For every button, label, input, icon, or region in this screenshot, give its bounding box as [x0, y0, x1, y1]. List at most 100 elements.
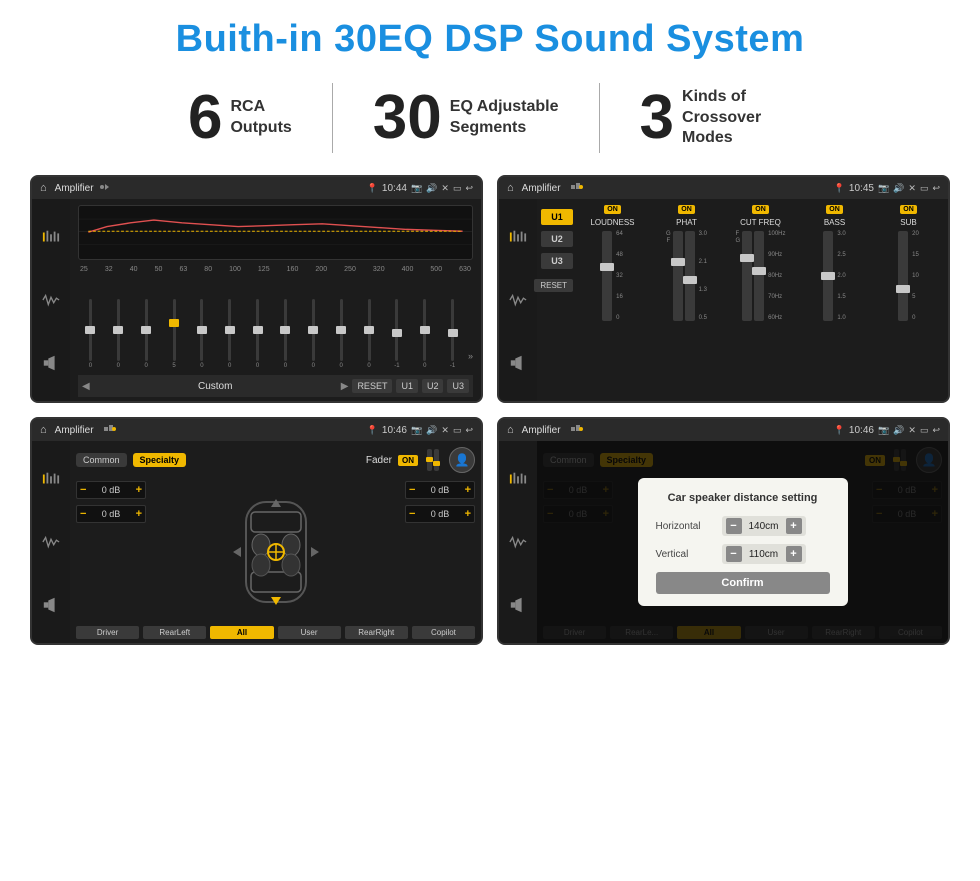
vertical-plus-btn[interactable]: +: [786, 546, 802, 562]
eq-icon[interactable]: [39, 227, 63, 247]
eq-slider-4[interactable]: 0: [189, 299, 214, 369]
eq-prev-btn[interactable]: ◀: [82, 381, 90, 392]
eq-slider-1[interactable]: 0: [106, 299, 131, 369]
mode-common-btn[interactable]: Common: [76, 453, 127, 467]
phat-slider-f[interactable]: [685, 231, 695, 321]
bottom-driver-btn[interactable]: Driver: [76, 626, 139, 639]
window-icon: ▭: [453, 183, 462, 194]
screen-title-2: Amplifier: [522, 183, 561, 194]
phat-slider-g[interactable]: [673, 231, 683, 321]
wave-icon-4[interactable]: [506, 532, 530, 552]
eq-slider-5[interactable]: 0: [217, 299, 242, 369]
bass-slider[interactable]: [823, 231, 833, 321]
wave-icon-2[interactable]: [506, 290, 530, 310]
eq-slider-0[interactable]: 0: [78, 299, 103, 369]
wave-icon[interactable]: [39, 290, 63, 310]
eq-slider-3[interactable]: 5: [162, 299, 187, 369]
speaker-icon[interactable]: [39, 353, 63, 373]
fader-on-badge[interactable]: ON: [398, 455, 418, 466]
bottom-rearleft-btn[interactable]: RearLeft: [143, 626, 206, 639]
bottom-user-btn[interactable]: User: [278, 626, 341, 639]
close-icon: ✕: [441, 183, 449, 194]
db-plus-fr[interactable]: +: [465, 484, 471, 496]
db-minus-fl[interactable]: −: [80, 484, 86, 496]
eq-slider-13[interactable]: -1: [440, 299, 465, 369]
eq-slider-10[interactable]: 0: [357, 299, 382, 369]
eq-reset-btn[interactable]: RESET: [352, 379, 392, 393]
eq-icon-4[interactable]: [506, 469, 530, 489]
crossover-controls: ON LOUDNESS 64 48 32 16 0: [577, 205, 944, 397]
bass-on[interactable]: ON: [826, 205, 843, 214]
eq-slider-9[interactable]: 0: [329, 299, 354, 369]
eq-slider-2[interactable]: 0: [134, 299, 159, 369]
speaker-icon-3[interactable]: [39, 595, 63, 615]
crossover-presets: U1 U2 U3 RESET: [541, 205, 573, 397]
sub-slider[interactable]: [898, 231, 908, 321]
sub-on[interactable]: ON: [900, 205, 917, 214]
eq-main: 253240 506380 100125160 200250320 400500…: [70, 199, 481, 401]
vertical-minus-btn[interactable]: −: [726, 546, 742, 562]
eq-preset: Custom: [94, 381, 337, 392]
back-icon-2[interactable]: ↩: [932, 183, 940, 194]
loudness-on[interactable]: ON: [604, 205, 621, 214]
confirm-button[interactable]: Confirm: [656, 572, 830, 594]
bottom-copilot-btn[interactable]: Copilot: [412, 626, 475, 639]
screen-topbar-1: ⌂ Amplifier 📍 10:44 📷 🔊 ✕ ▭ ↩: [32, 177, 481, 199]
dialog-overlay: Car speaker distance setting Horizontal …: [537, 441, 948, 643]
horizontal-plus-btn[interactable]: +: [786, 518, 802, 534]
back-icon-4[interactable]: ↩: [932, 425, 940, 436]
cutfreq-slider-g[interactable]: [754, 231, 764, 321]
screen-topbar-3: ⌂ Amplifier 📍 10:46 📷 🔊 ✕ ▭ ↩: [32, 419, 481, 441]
phat-on[interactable]: ON: [678, 205, 695, 214]
eq-slider-7[interactable]: 0: [273, 299, 298, 369]
horizontal-stepper: − 140cm +: [722, 516, 806, 536]
back-icon[interactable]: ↩: [465, 183, 473, 194]
eq-icon-3[interactable]: [39, 469, 63, 489]
db-plus-fl[interactable]: +: [136, 484, 142, 496]
fader-left-controls: − 0 dB + − 0 dB +: [76, 481, 146, 622]
mode-specialty-btn[interactable]: Specialty: [133, 453, 187, 467]
home-icon[interactable]: ⌂: [40, 182, 47, 194]
db-minus-rl[interactable]: −: [80, 508, 86, 520]
eq-u1-btn[interactable]: U1: [396, 379, 418, 393]
db-minus-rr[interactable]: −: [409, 508, 415, 520]
speaker-icon-2[interactable]: [506, 353, 530, 373]
cutfreq-slider-f[interactable]: [742, 231, 752, 321]
eq-next-btn[interactable]: ▶: [341, 381, 349, 392]
loudness-slider[interactable]: [602, 231, 612, 321]
preset-u1[interactable]: U1: [541, 209, 573, 225]
home-icon-4[interactable]: ⌂: [507, 424, 514, 436]
preset-u3[interactable]: U3: [541, 253, 573, 269]
vertical-label: Vertical: [656, 549, 716, 560]
eq-icon-2[interactable]: [506, 227, 530, 247]
home-icon-2[interactable]: ⌂: [507, 182, 514, 194]
fader-dialog-main: Common Specialty ON 👤 −0 dB+: [537, 441, 948, 643]
wave-icon-3[interactable]: [39, 532, 63, 552]
back-icon-3[interactable]: ↩: [465, 425, 473, 436]
close-icon-3: ✕: [441, 425, 449, 436]
eq-u3-btn[interactable]: U3: [447, 379, 469, 393]
eq-slider-11[interactable]: -1: [384, 299, 409, 369]
db-minus-fr[interactable]: −: [409, 484, 415, 496]
fader-slider-2[interactable]: [434, 449, 439, 471]
speaker-icon-4[interactable]: [506, 595, 530, 615]
db-plus-rl[interactable]: +: [136, 508, 142, 520]
home-icon-3[interactable]: ⌂: [40, 424, 47, 436]
screen-topbar-4: ⌂ Amplifier 📍 10:46 📷 🔊 ✕ ▭ ↩: [499, 419, 948, 441]
db-plus-rr[interactable]: +: [465, 508, 471, 520]
bottom-rearright-btn[interactable]: RearRight: [345, 626, 408, 639]
preset-u2[interactable]: U2: [541, 231, 573, 247]
bottom-all-btn[interactable]: All: [210, 626, 273, 639]
fader-slider-1[interactable]: [427, 449, 432, 471]
cutfreq-on[interactable]: ON: [752, 205, 769, 214]
stat-number-rca: 6: [188, 87, 222, 149]
eq-slider-12[interactable]: 0: [412, 299, 437, 369]
ctrl-cutfreq: ON CUT FREQ F G 100Hz: [725, 205, 796, 397]
eq-slider-8[interactable]: 0: [301, 299, 326, 369]
page-wrapper: Buith-in 30EQ DSP Sound System 6 RCAOutp…: [0, 0, 980, 881]
crossover-reset-btn[interactable]: RESET: [534, 279, 573, 292]
eq-u2-btn[interactable]: U2: [422, 379, 444, 393]
eq-slider-6[interactable]: 0: [245, 299, 270, 369]
topbar-icons-4: 📍 10:46 📷 🔊 ✕ ▭ ↩: [834, 425, 940, 436]
horizontal-minus-btn[interactable]: −: [726, 518, 742, 534]
